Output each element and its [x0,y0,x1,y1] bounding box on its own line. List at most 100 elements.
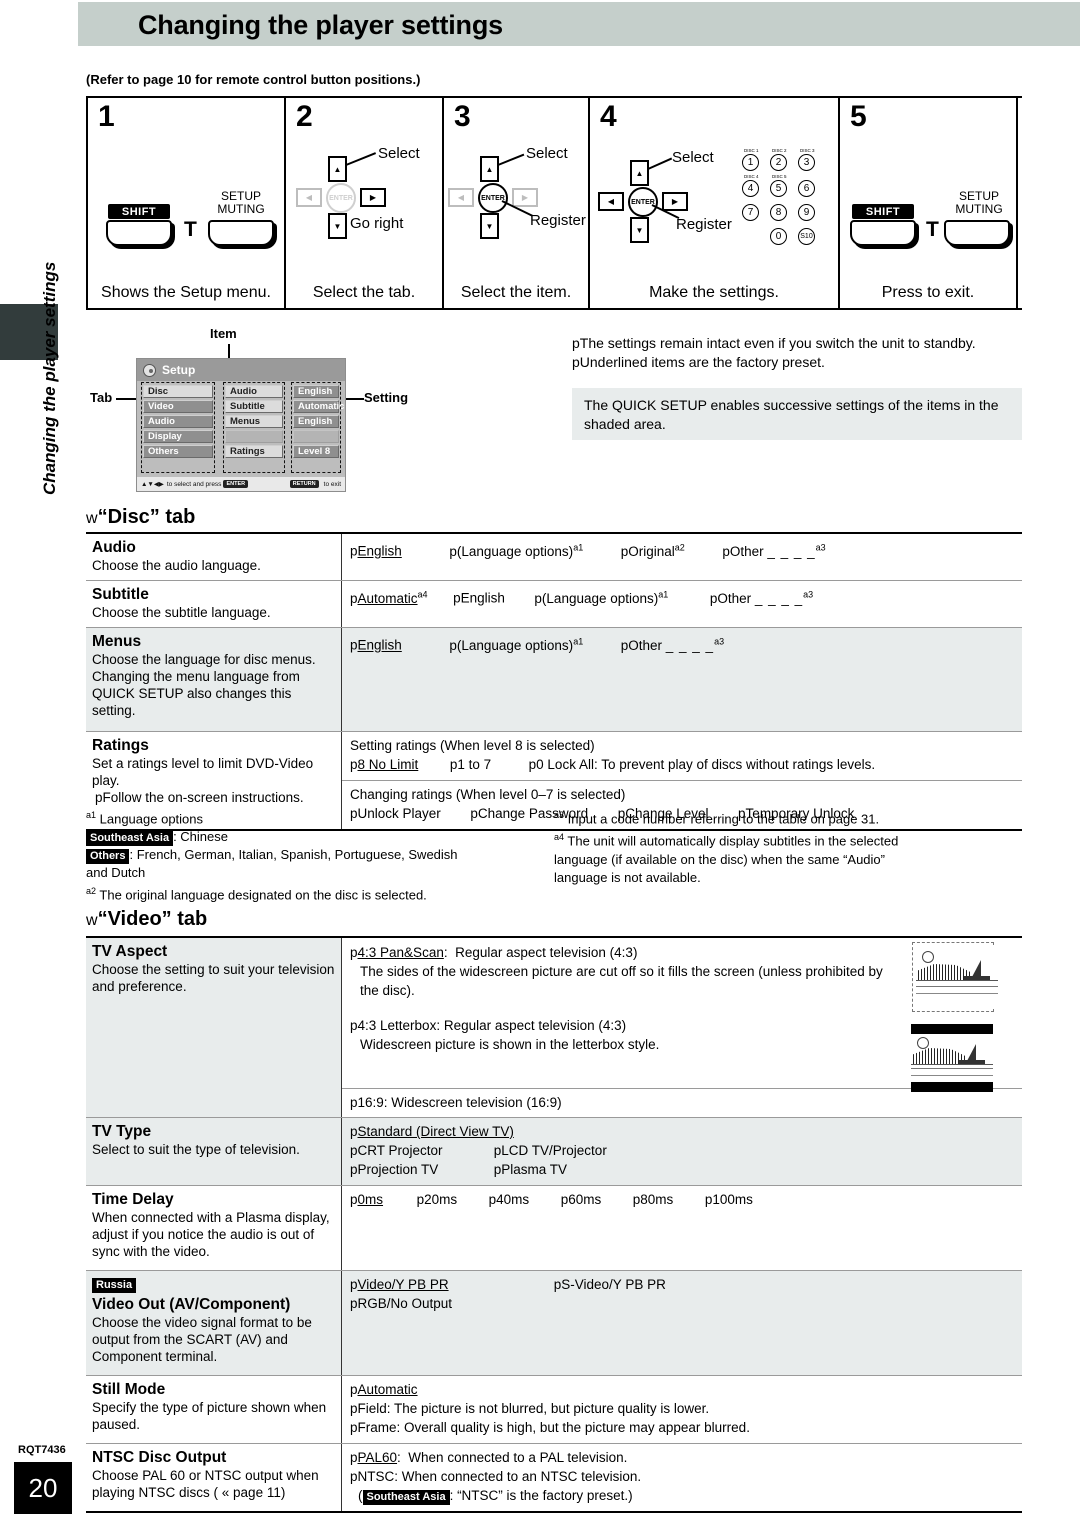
tv-aspect-option-1-body: The sides of the widescreen picture are … [360,964,883,998]
still-mode-option-automatic[interactable]: pAutomatic [350,1380,1016,1399]
enter-key[interactable]: ENTER [628,187,658,217]
numkey-5[interactable]: 5 [770,180,787,197]
cursor-down-key[interactable]: ▼ [328,213,347,239]
option-menus-language-options[interactable]: p(Language options)a1 [449,636,583,653]
option-rating-0-lock-all[interactable]: p0 Lock All: To prevent play of discs wi… [529,757,875,772]
option-menus-other[interactable]: pOther _ _ _ _a3 [621,636,724,653]
cursor-left-key[interactable]: ◀ [448,188,474,207]
osd-enter-chip: ENTER [223,480,249,488]
disc-label-2: DISC 2 [772,148,787,153]
osd-label-setting: Setting [364,390,409,405]
footnote-a1-chinese: : Chinese [173,829,228,845]
tv-type-option-projection[interactable]: pProjection TV [350,1160,490,1179]
option-audio-english[interactable]: pEnglish [350,544,402,559]
option-rating-8-no-limit[interactable]: p8 No Limit [350,757,418,772]
tv-aspect-panscan-thumbnail [912,942,998,1012]
setup-button-label-1: SETUP [220,189,261,203]
option-subtitle-other[interactable]: pOther _ _ _ _a3 [710,589,813,606]
cursor-up-key[interactable]: ▲ [328,156,347,182]
disc-tab-heading-text: “Disc” tab [97,506,196,528]
still-mode-option-field[interactable]: pField: The picture is not blurred, but … [350,1399,1016,1418]
setup-button-label-2: MUTING [955,202,1003,216]
row-options-cell: p0ms p20ms p40ms p60ms p80ms p100ms [342,1186,1022,1270]
callout-go-right: Go right [350,215,404,232]
numkey-2[interactable]: 2 [770,154,787,171]
numkey-0[interactable]: 0 [770,228,787,245]
setup-muting-button[interactable] [944,220,1010,246]
time-delay-option-0ms[interactable]: p0ms [350,1192,383,1207]
setup-muting-button[interactable] [208,220,274,246]
time-delay-option-60ms[interactable]: p60ms [561,1192,602,1207]
numkey-7[interactable]: 7 [742,204,759,221]
osd-footer: ▲▼◀▶ to select and press ENTER RETURN to… [137,477,345,491]
item-desc: Choose the video signal format to be out… [92,1315,312,1364]
footnote-a1-southeast-asia: Southeast Asia: Chinese [86,828,554,847]
step-2: 2 ▲ ◀ ENTER ▶ ▼ Select Go right Select t… [284,98,442,308]
cursor-left-key[interactable]: ◀ [296,188,322,207]
options-line: pEnglish p(Language options)a1 pOther _ … [350,632,1016,655]
shift-button[interactable] [850,220,916,246]
time-delay-option-100ms[interactable]: p100ms [705,1192,753,1207]
step-1-art: SHIFT T SETUP MUTING [88,138,284,274]
option-audio-original[interactable]: pOriginala2 [621,542,685,559]
callout-line-select [497,153,525,166]
enter-key[interactable]: ENTER [478,183,508,213]
cursor-down-key[interactable]: ▼ [480,213,499,239]
row-label-cell: Still Mode Specify the type of picture s… [86,1376,342,1443]
table-row: Subtitle Choose the subtitle language. p… [86,581,1022,628]
step-caption: Make the settings. [649,284,779,301]
item-desc: Select to suit the type of television. [92,1142,300,1157]
ntsc-option-ntsc[interactable]: pNTSC: When connected to an NTSC televis… [350,1467,1016,1486]
option-audio-other[interactable]: pOther _ _ _ _a3 [722,542,825,559]
still-mode-option-frame[interactable]: pFrame: Overall quality is high, but the… [350,1418,1016,1437]
option-menus-english[interactable]: pEnglish [350,638,402,653]
cursor-up-key[interactable]: ▲ [630,160,649,186]
time-delay-option-40ms[interactable]: p40ms [489,1192,530,1207]
step-caption: Select the tab. [312,284,416,301]
enter-key[interactable]: ENTER [326,183,356,213]
item-desc: Set a ratings level to limit DVD-Video p… [92,756,314,788]
option-subtitle-automatic[interactable]: pAutomatica4 [350,589,428,606]
video-out-option-rgb[interactable]: pRGB/No Output [350,1294,1016,1313]
option-subtitle-english[interactable]: pEnglish [453,591,505,606]
time-delay-option-80ms[interactable]: p80ms [633,1192,674,1207]
cursor-right-key[interactable]: ▶ [662,192,688,211]
video-out-option-video[interactable]: pVideo/Y PB PR [350,1275,550,1294]
row-label-cell: TV Type Select to suit the type of telev… [86,1118,342,1185]
item-name: Menus [92,633,142,650]
footnote-a1-langs-cont: and Dutch [86,865,146,881]
numkey-9[interactable]: 9 [798,204,815,221]
ntsc-option-pal60[interactable]: pPAL60: When connected to a PAL televisi… [350,1448,1016,1467]
numkey-8[interactable]: 8 [770,204,787,221]
time-delay-option-20ms[interactable]: p20ms [417,1192,458,1207]
cursor-up-key[interactable]: ▲ [480,156,499,182]
option-rating-1-to-7[interactable]: p1 to 7 [450,757,491,772]
cursor-right-key[interactable]: ▶ [360,188,386,207]
video-out-option-svideo[interactable]: pS-Video/Y PB PR [554,1277,666,1292]
tv-type-option-plasma[interactable]: pPlasma TV [494,1162,567,1177]
numkey-s10[interactable]: S10 [798,228,815,245]
cursor-left-key[interactable]: ◀ [598,192,624,211]
numkey-1[interactable]: 1 [742,154,759,171]
tv-type-row-2: pCRT Projector pLCD TV/Projector [350,1141,1016,1160]
step-2-art: ▲ ◀ ENTER ▶ ▼ Select Go right [286,138,442,274]
setup-button-label-2: MUTING [217,202,265,216]
tv-type-option-crt[interactable]: pCRT Projector [350,1141,490,1160]
option-audio-language-options[interactable]: p(Language options)a1 [449,542,583,559]
tv-aspect-option-3[interactable]: p16:9: Widescreen television (16:9) [350,1093,1014,1112]
step-number: 1 [98,100,115,133]
tv-type-option-standard[interactable]: pStandard (Direct View TV) [350,1122,1016,1141]
table-row: Russia Video Out (AV/Component) Choose t… [86,1271,1022,1376]
numkey-3[interactable]: 3 [798,154,815,171]
numkey-4[interactable]: 4 [742,180,759,197]
numkey-6[interactable]: 6 [798,180,815,197]
row-label-cell: Audio Choose the audio language. [86,534,342,580]
cursor-down-key[interactable]: ▼ [630,217,649,243]
cursor-right-key[interactable]: ▶ [512,188,538,207]
step-5-art: SHIFT T SETUP MUTING [840,138,1016,274]
row-label-cell: Time Delay When connected with a Plasma … [86,1186,342,1270]
item-name: Subtitle [92,586,149,603]
option-subtitle-language-options[interactable]: p(Language options)a1 [534,589,668,606]
tv-type-option-lcd[interactable]: pLCD TV/Projector [494,1143,607,1158]
shift-button[interactable] [106,220,172,246]
